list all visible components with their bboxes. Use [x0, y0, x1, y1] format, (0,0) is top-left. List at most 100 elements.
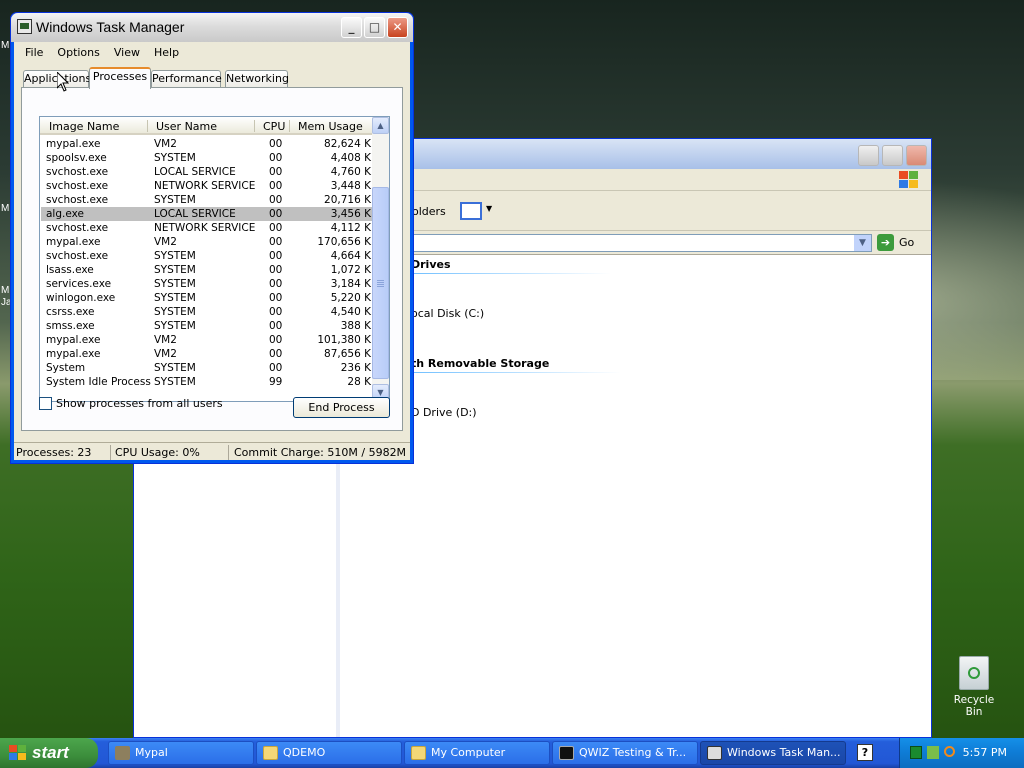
cell-user-name: SYSTEM	[154, 362, 196, 374]
taskbar-button-my-computer[interactable]: My Computer	[404, 741, 550, 765]
tab-applications[interactable]: Applications	[23, 70, 91, 88]
column-divider[interactable]	[147, 120, 148, 132]
table-row[interactable]: spoolsv.exe SYSTEM 00 4,408 K	[41, 151, 373, 165]
desktop-icon-label[interactable]: M	[1, 203, 9, 214]
taskbar-button-task-manager[interactable]: Windows Task Man...	[700, 741, 846, 765]
close-button[interactable]	[906, 145, 927, 166]
network-icon[interactable]	[910, 746, 922, 759]
end-process-button[interactable]: End Process	[293, 397, 390, 418]
table-row[interactable]: svchost.exe NETWORK SERVICE 00 4,112 K	[41, 221, 373, 235]
column-user-name[interactable]: User Name	[156, 120, 217, 133]
cell-image-name: svchost.exe	[46, 180, 109, 192]
cell-image-name: mypal.exe	[46, 236, 101, 248]
maximize-button[interactable]	[882, 145, 903, 166]
tray-app-icon[interactable]	[927, 746, 939, 759]
table-row[interactable]: svchost.exe SYSTEM 00 20,716 K	[41, 193, 373, 207]
table-row[interactable]: mypal.exe VM2 00 82,624 K	[41, 137, 373, 151]
table-row[interactable]: alg.exe LOCAL SERVICE 00 3,456 K	[41, 207, 373, 221]
table-row[interactable]: csrss.exe SYSTEM 00 4,540 K	[41, 305, 373, 319]
table-row[interactable]: System SYSTEM 00 236 K	[41, 361, 373, 375]
minimize-button[interactable]	[858, 145, 879, 166]
vertical-scrollbar[interactable]: ▲ ▼	[372, 117, 389, 401]
cell-cpu: 00	[269, 152, 283, 164]
process-list[interactable]: Image Name User Name CPU Mem Usage mypal…	[39, 116, 390, 402]
scroll-up-arrow-icon[interactable]: ▲	[372, 117, 389, 134]
desktop-icon-label[interactable]: M	[1, 285, 9, 296]
clock[interactable]: 5:57 PM	[963, 746, 1007, 759]
recycle-bin[interactable]: Recycle Bin	[944, 656, 1004, 718]
cell-mem-usage: 82,624 K	[324, 138, 371, 150]
windows-logo-icon	[899, 171, 919, 189]
maximize-button[interactable]: □	[364, 17, 385, 38]
tab-performance[interactable]: Performance	[151, 70, 222, 88]
table-row[interactable]: services.exe SYSTEM 00 3,184 K	[41, 277, 373, 291]
tab-networking[interactable]: Networking	[225, 70, 289, 88]
column-mem-usage[interactable]: Mem Usage	[298, 120, 363, 133]
taskbar-button-mypal[interactable]: Mypal	[108, 741, 254, 765]
table-row[interactable]: System Idle Process SYSTEM 99 28 K	[41, 375, 373, 389]
menu-view[interactable]: View	[107, 46, 147, 59]
grip-line	[377, 286, 384, 287]
cell-mem-usage: 1,072 K	[330, 264, 371, 276]
table-row[interactable]: smss.exe SYSTEM 00 388 K	[41, 319, 373, 333]
go-label: Go	[899, 236, 915, 249]
column-divider[interactable]	[289, 120, 290, 132]
cell-cpu: 00	[269, 320, 283, 332]
close-button[interactable]: ✕	[387, 17, 408, 38]
cell-cpu: 00	[269, 348, 283, 360]
tab-processes[interactable]: Processes	[89, 67, 151, 89]
taskbar-button-qdemo[interactable]: QDEMO	[256, 741, 402, 765]
cell-mem-usage: 4,540 K	[330, 306, 371, 318]
go-arrow-icon: ➔	[877, 234, 894, 251]
show-all-users-checkbox[interactable]	[39, 397, 52, 410]
cell-cpu: 00	[269, 236, 283, 248]
cell-cpu: 00	[269, 222, 283, 234]
minimize-button[interactable]: _	[341, 17, 362, 38]
task-manager-title-bar[interactable]: Windows Task Manager _ □ ✕	[11, 13, 413, 42]
cell-image-name: mypal.exe	[46, 334, 101, 346]
cell-user-name: SYSTEM	[154, 292, 196, 304]
views-icon	[460, 202, 482, 220]
cell-image-name: alg.exe	[46, 208, 84, 220]
recycle-bin-icon	[959, 656, 989, 690]
cell-image-name: svchost.exe	[46, 222, 109, 234]
show-all-users-option[interactable]: Show processes from all users	[39, 397, 223, 410]
scroll-thumb[interactable]	[372, 187, 389, 379]
cell-mem-usage: 3,184 K	[330, 278, 371, 290]
drive-item[interactable]: D Drive (D:)	[411, 406, 477, 419]
table-row[interactable]: winlogon.exe SYSTEM 00 5,220 K	[41, 291, 373, 305]
table-row[interactable]: lsass.exe SYSTEM 00 1,072 K	[41, 263, 373, 277]
views-button[interactable]: ▼	[460, 201, 494, 223]
table-row[interactable]: mypal.exe VM2 00 170,656 K	[41, 235, 373, 249]
menu-help[interactable]: Help	[147, 46, 186, 59]
column-image-name[interactable]: Image Name	[49, 120, 119, 133]
section-divider	[411, 372, 621, 373]
cell-user-name: VM2	[154, 236, 177, 248]
status-cpu-usage: CPU Usage: 0%	[115, 446, 200, 459]
menu-bar: File Options View Help	[14, 42, 410, 62]
table-row[interactable]: svchost.exe SYSTEM 00 4,664 K	[41, 249, 373, 263]
drive-item[interactable]: ocal Disk (C:)	[411, 307, 484, 320]
table-row[interactable]: mypal.exe VM2 00 101,380 K	[41, 333, 373, 347]
go-button[interactable]: ➔ Go	[877, 234, 914, 251]
taskmgr-icon	[707, 746, 722, 760]
start-button[interactable]: start	[0, 738, 98, 768]
table-row[interactable]: svchost.exe NETWORK SERVICE 00 3,448 K	[41, 179, 373, 193]
column-cpu[interactable]: CPU	[263, 120, 285, 133]
taskbar-button-qwiz[interactable]: QWIZ Testing & Tr...	[552, 741, 698, 765]
search-icon[interactable]	[944, 746, 955, 757]
menu-options[interactable]: Options	[50, 46, 106, 59]
column-divider[interactable]	[254, 120, 255, 132]
cell-mem-usage: 4,112 K	[330, 222, 371, 234]
desktop-icon-label[interactable]: M	[1, 40, 9, 51]
table-row[interactable]: mypal.exe VM2 00 87,656 K	[41, 347, 373, 361]
help-icon[interactable]: ?	[857, 744, 873, 761]
cell-mem-usage: 4,760 K	[330, 166, 371, 178]
windows-logo-icon	[9, 745, 27, 761]
cell-mem-usage: 388 K	[340, 320, 371, 332]
folders-button[interactable]: olders	[412, 205, 446, 218]
grip-line	[377, 280, 384, 281]
menu-file[interactable]: File	[18, 46, 50, 59]
chevron-down-icon[interactable]: ▼	[854, 235, 871, 251]
table-row[interactable]: svchost.exe LOCAL SERVICE 00 4,760 K	[41, 165, 373, 179]
